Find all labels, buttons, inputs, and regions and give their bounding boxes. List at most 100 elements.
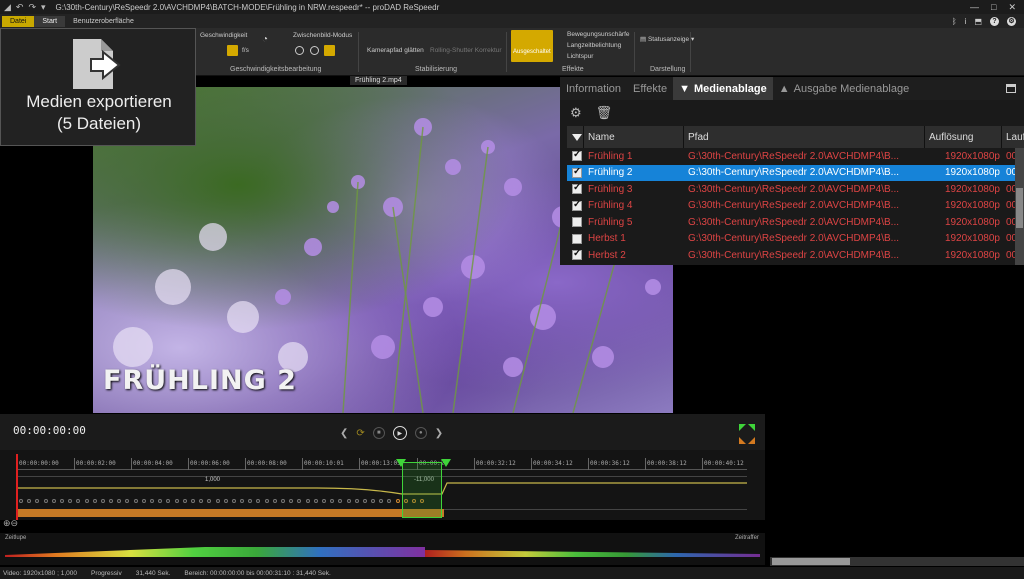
gear-icon[interactable]: ⚙ bbox=[570, 105, 582, 121]
column-runtime[interactable]: Lauf bbox=[1002, 126, 1024, 148]
keyframe-dot[interactable] bbox=[305, 499, 310, 503]
help-icon[interactable]: ? bbox=[990, 16, 999, 26]
camera-smooth-button[interactable]: Kamerapfad glätten bbox=[367, 47, 424, 54]
column-resolution[interactable]: Auflösung bbox=[925, 126, 1002, 148]
fit-view-icon[interactable] bbox=[737, 423, 757, 445]
close-button[interactable]: ✕ bbox=[1008, 2, 1016, 13]
keyframe-dot[interactable] bbox=[297, 499, 302, 503]
table-row[interactable]: Frühling 2 G:\30th-Century\ReSpeedr 2.0\A… bbox=[567, 164, 1024, 181]
zoom-in-icon[interactable]: ⊕ bbox=[3, 518, 11, 528]
keyframe-dot[interactable] bbox=[174, 499, 179, 503]
next-icon[interactable]: ❯ bbox=[435, 428, 443, 439]
keyframe-dot[interactable] bbox=[321, 499, 326, 503]
keyframe-dot[interactable] bbox=[231, 499, 236, 503]
table-row[interactable]: Frühling 3 G:\30th-Century\ReSpeedr 2.0\A… bbox=[567, 181, 1024, 198]
keyframe-dot[interactable] bbox=[223, 499, 228, 503]
redo-icon[interactable]: ↷ bbox=[28, 2, 36, 13]
horizontal-scrollbar[interactable] bbox=[770, 557, 1024, 566]
loop-icon[interactable]: ⟳ bbox=[356, 428, 364, 439]
range-end-marker[interactable] bbox=[441, 459, 451, 467]
keyframe-dot[interactable] bbox=[387, 499, 392, 503]
keyframe-dot[interactable] bbox=[272, 499, 277, 503]
keyframe-dot[interactable] bbox=[313, 499, 318, 503]
speed-gradient[interactable] bbox=[5, 546, 760, 558]
timeline[interactable]: 00:00:00:00 00:00:02:00 00:00:04:00 00:00:0… bbox=[0, 450, 765, 520]
scrollbar-thumb[interactable] bbox=[1016, 188, 1023, 228]
row-checkbox[interactable] bbox=[567, 184, 584, 195]
bluetooth-icon[interactable]: ᛒ bbox=[952, 17, 957, 26]
effects-off-button[interactable]: Ausgeschaltet bbox=[511, 30, 553, 62]
record-icon[interactable]: ● bbox=[414, 427, 427, 439]
keyframe-dot[interactable] bbox=[43, 499, 48, 503]
tab-effects[interactable]: Effekte bbox=[627, 77, 673, 100]
column-name[interactable]: Name bbox=[584, 126, 684, 148]
keyframe-dot[interactable] bbox=[59, 499, 64, 503]
dropdown-icon[interactable]: ▾ bbox=[41, 2, 46, 13]
playhead[interactable] bbox=[16, 454, 18, 520]
keyframe-dot[interactable] bbox=[100, 499, 105, 503]
keyframe-dot[interactable] bbox=[395, 499, 400, 503]
keyframe-dot[interactable] bbox=[371, 499, 376, 503]
menu-ui[interactable]: Benutzeroberfläche bbox=[65, 16, 142, 27]
zoom-out-icon[interactable]: ⊖ bbox=[11, 518, 19, 528]
menu-start[interactable]: Start bbox=[34, 15, 66, 27]
keyframe-dot[interactable] bbox=[362, 499, 367, 503]
keyframe-dot[interactable] bbox=[215, 499, 220, 503]
minimize-button[interactable]: — bbox=[970, 2, 979, 13]
table-row[interactable]: Frühling 4 G:\30th-Century\ReSpeedr 2.0\A… bbox=[567, 198, 1024, 215]
keyframe-dot[interactable] bbox=[158, 499, 163, 503]
row-checkbox[interactable] bbox=[567, 200, 584, 211]
effect-motion-blur[interactable]: Bewegungsunschärfe bbox=[567, 31, 630, 38]
keyframe-dot[interactable] bbox=[84, 499, 89, 503]
table-row[interactable]: Frühling 5 G:\30th-Century\ReSpeedr 2.0\A… bbox=[567, 214, 1024, 231]
range-start-marker[interactable] bbox=[396, 459, 406, 467]
rolling-shutter-button[interactable]: Rolling-Shutter Korrektur bbox=[430, 47, 502, 54]
tab-output-media-bin[interactable]: ▲ Ausgabe Medienablage bbox=[773, 77, 915, 100]
keyframe-dot[interactable] bbox=[289, 499, 294, 503]
keyframe-dot[interactable] bbox=[182, 499, 187, 503]
row-checkbox[interactable] bbox=[567, 167, 584, 178]
tab-information[interactable]: Information bbox=[560, 77, 627, 100]
menu-file[interactable]: Datei bbox=[2, 15, 35, 27]
keyframe-dot[interactable] bbox=[264, 499, 269, 503]
effect-long-exposure[interactable]: Langzeitbelichtung bbox=[567, 42, 621, 49]
table-row[interactable]: Herbst 1 G:\30th-Century\ReSpeedr 2.0\AVC… bbox=[567, 231, 1024, 248]
column-path[interactable]: Pfad bbox=[684, 126, 925, 148]
select-all-header[interactable] bbox=[567, 126, 584, 148]
keyframe-dot[interactable] bbox=[240, 499, 245, 503]
keyframe-dot[interactable] bbox=[248, 499, 253, 503]
info-icon[interactable]: i bbox=[965, 17, 967, 26]
speed-dial-icon[interactable]: ◔ bbox=[262, 34, 268, 45]
keyframe-dot[interactable] bbox=[190, 499, 195, 503]
keyframe-dot[interactable] bbox=[166, 499, 171, 503]
keyframe-dot[interactable] bbox=[76, 499, 81, 503]
settings-icon[interactable]: ⚙ bbox=[1007, 16, 1016, 26]
keyframe-dot[interactable] bbox=[19, 499, 23, 503]
row-checkbox[interactable] bbox=[567, 250, 584, 261]
scrollbar-thumb[interactable] bbox=[772, 558, 850, 565]
previous-icon[interactable]: ❮ bbox=[340, 428, 348, 439]
table-row[interactable]: Frühling 1 G:\30th-Century\ReSpeedr 2.0\A… bbox=[567, 148, 1024, 165]
keyframe-dot[interactable] bbox=[346, 499, 351, 503]
keyframe-dot[interactable] bbox=[27, 499, 32, 503]
keyframe-dot[interactable] bbox=[125, 499, 130, 503]
selection-range[interactable] bbox=[402, 462, 442, 518]
keyframe-dot[interactable] bbox=[207, 499, 212, 503]
keyframe-dot[interactable] bbox=[379, 499, 384, 503]
stop-icon[interactable]: ■ bbox=[372, 427, 385, 439]
frame-mode-option-1[interactable] bbox=[295, 46, 304, 55]
table-vertical-scrollbar[interactable] bbox=[1015, 148, 1024, 266]
keyframe-dot[interactable] bbox=[109, 499, 114, 503]
row-checkbox[interactable] bbox=[567, 151, 584, 162]
speed-mode-button[interactable] bbox=[227, 45, 238, 56]
undo-icon[interactable]: ↶ bbox=[16, 2, 24, 13]
keyframe-dot[interactable] bbox=[281, 499, 285, 503]
keyframe-dot[interactable] bbox=[68, 499, 73, 503]
keyframe-dot[interactable] bbox=[117, 499, 122, 503]
keyframe-dot[interactable] bbox=[330, 499, 335, 503]
keyframe-dot[interactable] bbox=[141, 499, 146, 503]
keyframe-dot[interactable] bbox=[150, 499, 154, 503]
frame-mode-option-3[interactable] bbox=[324, 45, 335, 56]
keyframe-dot[interactable] bbox=[338, 499, 343, 503]
keyframe-dot[interactable] bbox=[133, 499, 138, 503]
